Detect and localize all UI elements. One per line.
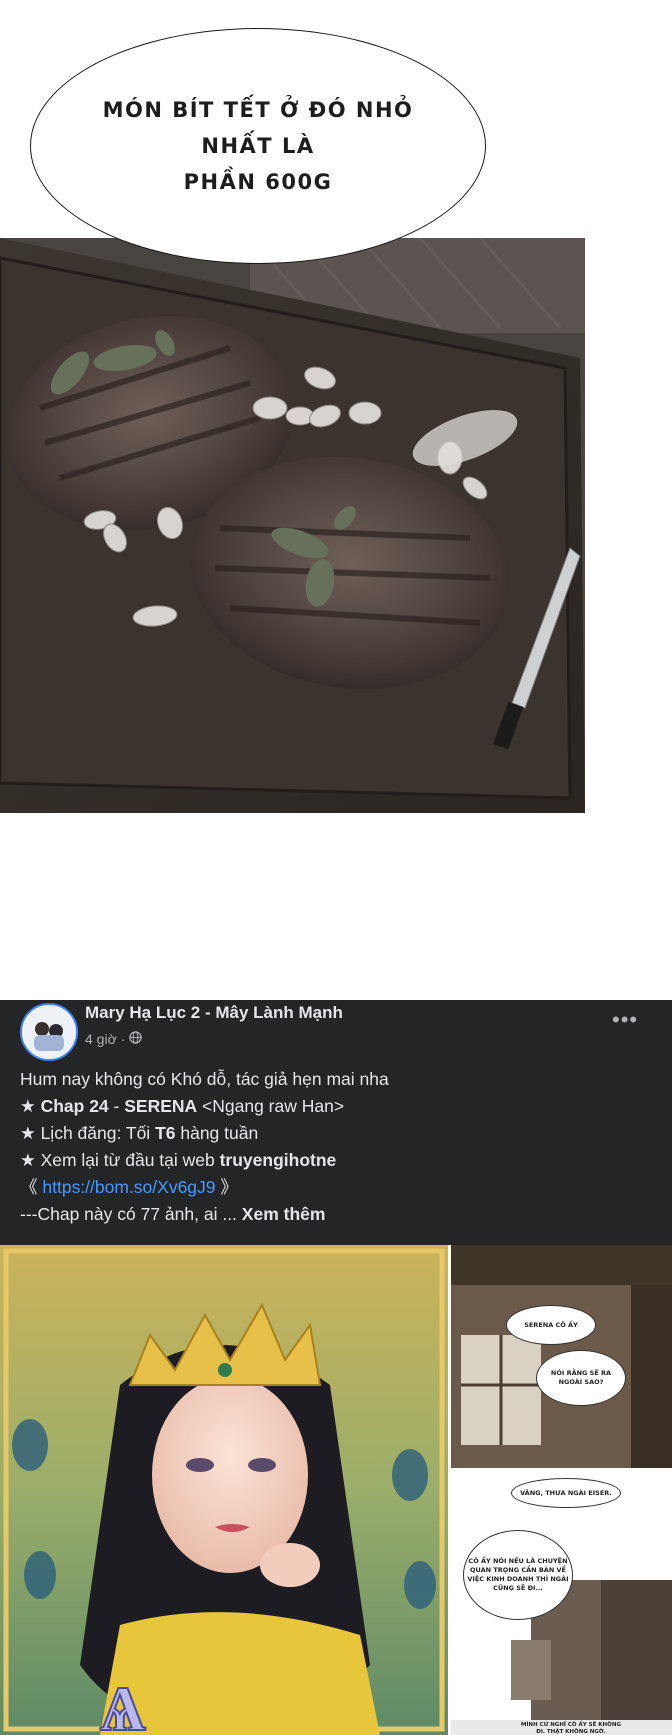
chapter-sep: -: [108, 1096, 125, 1116]
globe-icon: [129, 1031, 143, 1047]
post-line-link: 《 https://bom.so/Xv6gJ9 》: [20, 1174, 660, 1201]
thumb-bubble-4: CÔ ẤY NÓI NẾU LÀ CHUYỆN QUAN TRỌNG CẦN B…: [463, 1530, 573, 1620]
link-close: 》: [215, 1177, 238, 1197]
schedule-suffix: hàng tuần: [175, 1123, 259, 1143]
chapter-title: SERENA: [124, 1096, 198, 1116]
post-line-chapter: ★ Chap 24 - SERENA <Ngang raw Han>: [20, 1093, 660, 1120]
speech-line-2: PHẦN 600G: [183, 170, 333, 194]
post-line-web: ★ Xem lại từ đầu tại web truyengihotne: [20, 1147, 660, 1174]
comic-panel-area: MÓN BÍT TẾT Ở ĐÓ NHỎ NHẤT LÀ PHẦN 600G: [0, 0, 672, 1000]
chapter-rest: <Ngang raw Han>: [197, 1096, 345, 1116]
link-open: 《: [20, 1177, 43, 1197]
post-text: Hum nay không có Khó dỗ, tác giả hẹn mai…: [20, 1066, 660, 1228]
web-prefix: Xem lại từ đầu tại web: [40, 1150, 220, 1170]
speech-text: MÓN BÍT TẾT Ở ĐÓ NHỎ NHẤT LÀ PHẦN 600G: [78, 92, 438, 200]
thumb-bubble-1: SERENA CÔ ẤY: [506, 1305, 596, 1345]
post-meta: 4 giờ ·: [85, 1031, 143, 1047]
post-line-1: Hum nay không có Khó dỗ, tác giả hẹn mai…: [20, 1069, 389, 1089]
author-name[interactable]: Mary Hạ Lục 2 - Mây Lành Mạnh: [85, 1003, 343, 1023]
meta-separator: ·: [120, 1031, 126, 1047]
speech-bubble: MÓN BÍT TẾT Ở ĐÓ NHỎ NHẤT LÀ PHẦN 600G: [30, 28, 486, 264]
post-image-thumb-2[interactable]: VÂNG, THƯA NGÀI EISER. CÔ ẤY NÓI NẾU LÀ …: [451, 1470, 672, 1720]
star-glyph: ★: [20, 1123, 36, 1143]
post-time[interactable]: 4 giờ: [85, 1031, 117, 1047]
thumb-bottom-text: MÌNH CỨ NGHĨ CÔ ẤY SẼ KHÔNG ĐI. THẬT KHÔ…: [521, 1722, 621, 1735]
author-avatar[interactable]: [20, 1003, 78, 1061]
schedule-day: T6: [155, 1123, 176, 1143]
speech-line-1: MÓN BÍT TẾT Ở ĐÓ NHỎ NHẤT LÀ: [102, 98, 414, 158]
star-glyph: ★: [20, 1096, 36, 1116]
post-image-thumb-1[interactable]: SERENA CÔ ẤY NÓI RẰNG SẼ RA NGOÀI SAO?: [451, 1245, 672, 1468]
thumb-bubble-2: NÓI RẰNG SẼ RA NGOÀI SAO?: [536, 1350, 626, 1406]
post-link[interactable]: https://bom.so/Xv6gJ9: [42, 1177, 215, 1197]
steak-illustration: [0, 238, 585, 813]
chapter-label: Chap 24: [40, 1096, 109, 1116]
star-glyph: ★: [20, 1150, 36, 1170]
see-more-button[interactable]: Xem thêm: [242, 1204, 326, 1224]
post-image-thumb-3[interactable]: MÌNH CỨ NGHĨ CÔ ẤY SẼ KHÔNG ĐI. THẬT KHÔ…: [451, 1720, 672, 1735]
svg-text:Ѧ: Ѧ: [100, 1671, 146, 1735]
post-line-schedule: ★ Lịch đăng: Tối T6 hàng tuần: [20, 1120, 660, 1147]
thumb-bubble-3: VÂNG, THƯA NGÀI EISER.: [511, 1478, 621, 1508]
post-image-cover[interactable]: Ѧ: [0, 1245, 448, 1735]
web-name: truyengihotne: [219, 1150, 337, 1170]
more-options-icon[interactable]: •••: [612, 1009, 638, 1031]
schedule-prefix: Lịch đăng: Tối: [40, 1123, 156, 1143]
truncated-text: ---Chap này có 77 ảnh, ai ...: [20, 1204, 242, 1224]
post-line-truncated: ---Chap này có 77 ảnh, ai ... Xem thêm: [20, 1201, 660, 1228]
